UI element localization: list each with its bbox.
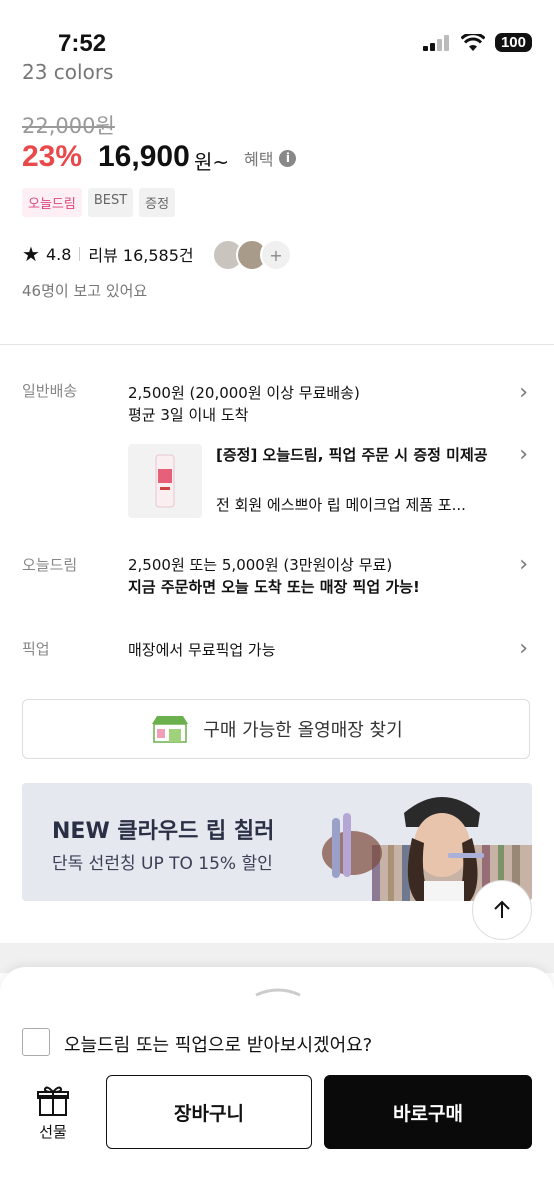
shipping-info[interactable]: 2,500원 (20,000원 이상 무료배송) 평균 3일 이내 도착 [128, 382, 360, 426]
gift-icon [37, 1086, 69, 1116]
gift-title[interactable]: [증정] 오늘드림, 픽업 주문 시 증정 미제공 [216, 444, 506, 466]
rating-row[interactable]: ★ 4.8 리뷰 16,585건 [22, 242, 194, 266]
pickup-label: 픽업 [22, 640, 50, 658]
gift-thumbnail[interactable] [128, 444, 202, 518]
viewer-count: 46명이 보고 있어요 [22, 282, 148, 300]
signal-icon [422, 34, 449, 51]
delivery-option-label[interactable]: 오늘드림 또는 픽업으로 받아보시겠어요? [64, 1031, 372, 1057]
banner-title: NEW 클라우드 립 칠러 [52, 819, 275, 844]
divider [79, 247, 81, 261]
today-dream-fee: 2,500원 또는 5,000원 (3만원이상 무료) [128, 556, 393, 574]
today-dream-label: 오늘드림 [22, 556, 78, 574]
status-time: 7:52 [58, 30, 107, 57]
banner-subtitle: 단독 선런칭 UP TO 15% 할인 [52, 854, 273, 874]
review-count: 리뷰 16,585건 [88, 246, 194, 265]
color-count: 23 colors [22, 60, 114, 82]
sheet-handle-icon[interactable] [254, 985, 302, 997]
gift-desc: 전 회원 에스쁘아 립 메이크업 제품 포... [216, 496, 466, 514]
chevron-right-icon[interactable]: › [519, 442, 528, 467]
today-dream-info[interactable]: 2,500원 또는 5,000원 (3만원이상 무료) 지금 주문하면 오늘 도… [128, 554, 420, 598]
today-dream-notice: 지금 주문하면 오늘 도착 또는 매장 픽업 가능! [128, 578, 420, 596]
benefit-label: 혜택 [244, 150, 274, 169]
battery-icon: 100 [494, 33, 532, 52]
discount-rate: 23% [22, 140, 83, 173]
add-to-cart-button[interactable]: 장바구니 [106, 1075, 312, 1149]
chevron-right-icon[interactable]: › [519, 380, 528, 405]
wifi-icon [460, 33, 485, 51]
section-divider [0, 344, 554, 345]
price-suffix: 원~ [194, 150, 230, 174]
viewer-avatars[interactable]: + [212, 239, 292, 271]
benefit-button[interactable]: 혜택 i [244, 146, 297, 170]
delivery-option-checkbox[interactable] [22, 1028, 50, 1056]
status-icons: 100 [422, 33, 532, 52]
gift-button[interactable]: 선물 [30, 1085, 76, 1142]
tag-best: BEST [87, 188, 134, 217]
bottom-sheet: 오늘드림 또는 픽업으로 받아보시겠어요? 선물 장바구니 바로구매 [0, 967, 554, 1200]
star-icon: ★ [22, 242, 40, 266]
find-store-button[interactable]: 구매 가능한 올영매장 찾기 [22, 699, 530, 759]
shipping-fee: 2,500원 (20,000원 이상 무료배송) [128, 384, 360, 402]
scroll-top-button[interactable] [472, 880, 532, 940]
tag-list: 오늘드림 BEST 증정 [22, 188, 176, 217]
chevron-right-icon[interactable]: › [519, 552, 528, 577]
info-icon: i [279, 149, 297, 167]
arrow-up-icon [494, 900, 510, 918]
promo-banner[interactable]: NEW 클라우드 립 칠러 단독 선런칭 UP TO 15% 할인 [22, 783, 532, 901]
chevron-right-icon[interactable]: › [519, 636, 528, 661]
shipping-eta: 평균 3일 이내 도착 [128, 406, 249, 424]
plus-icon: + [260, 239, 292, 271]
find-store-label: 구매 가능한 올영매장 찾기 [203, 720, 403, 741]
tag-today-dream: 오늘드림 [22, 188, 82, 217]
original-price: 22,000원 [22, 114, 115, 138]
gift-label: 선물 [39, 1123, 67, 1141]
pickup-info[interactable]: 매장에서 무료픽업 가능 [128, 639, 276, 661]
buy-now-button[interactable]: 바로구매 [324, 1075, 532, 1149]
lipstick-product-image [155, 454, 175, 508]
sale-price: 16,900 [98, 140, 190, 173]
tag-gift: 증정 [139, 188, 176, 217]
store-icon [152, 716, 189, 743]
shipping-label: 일반배송 [22, 382, 78, 400]
rating-value: 4.8 [45, 244, 72, 264]
